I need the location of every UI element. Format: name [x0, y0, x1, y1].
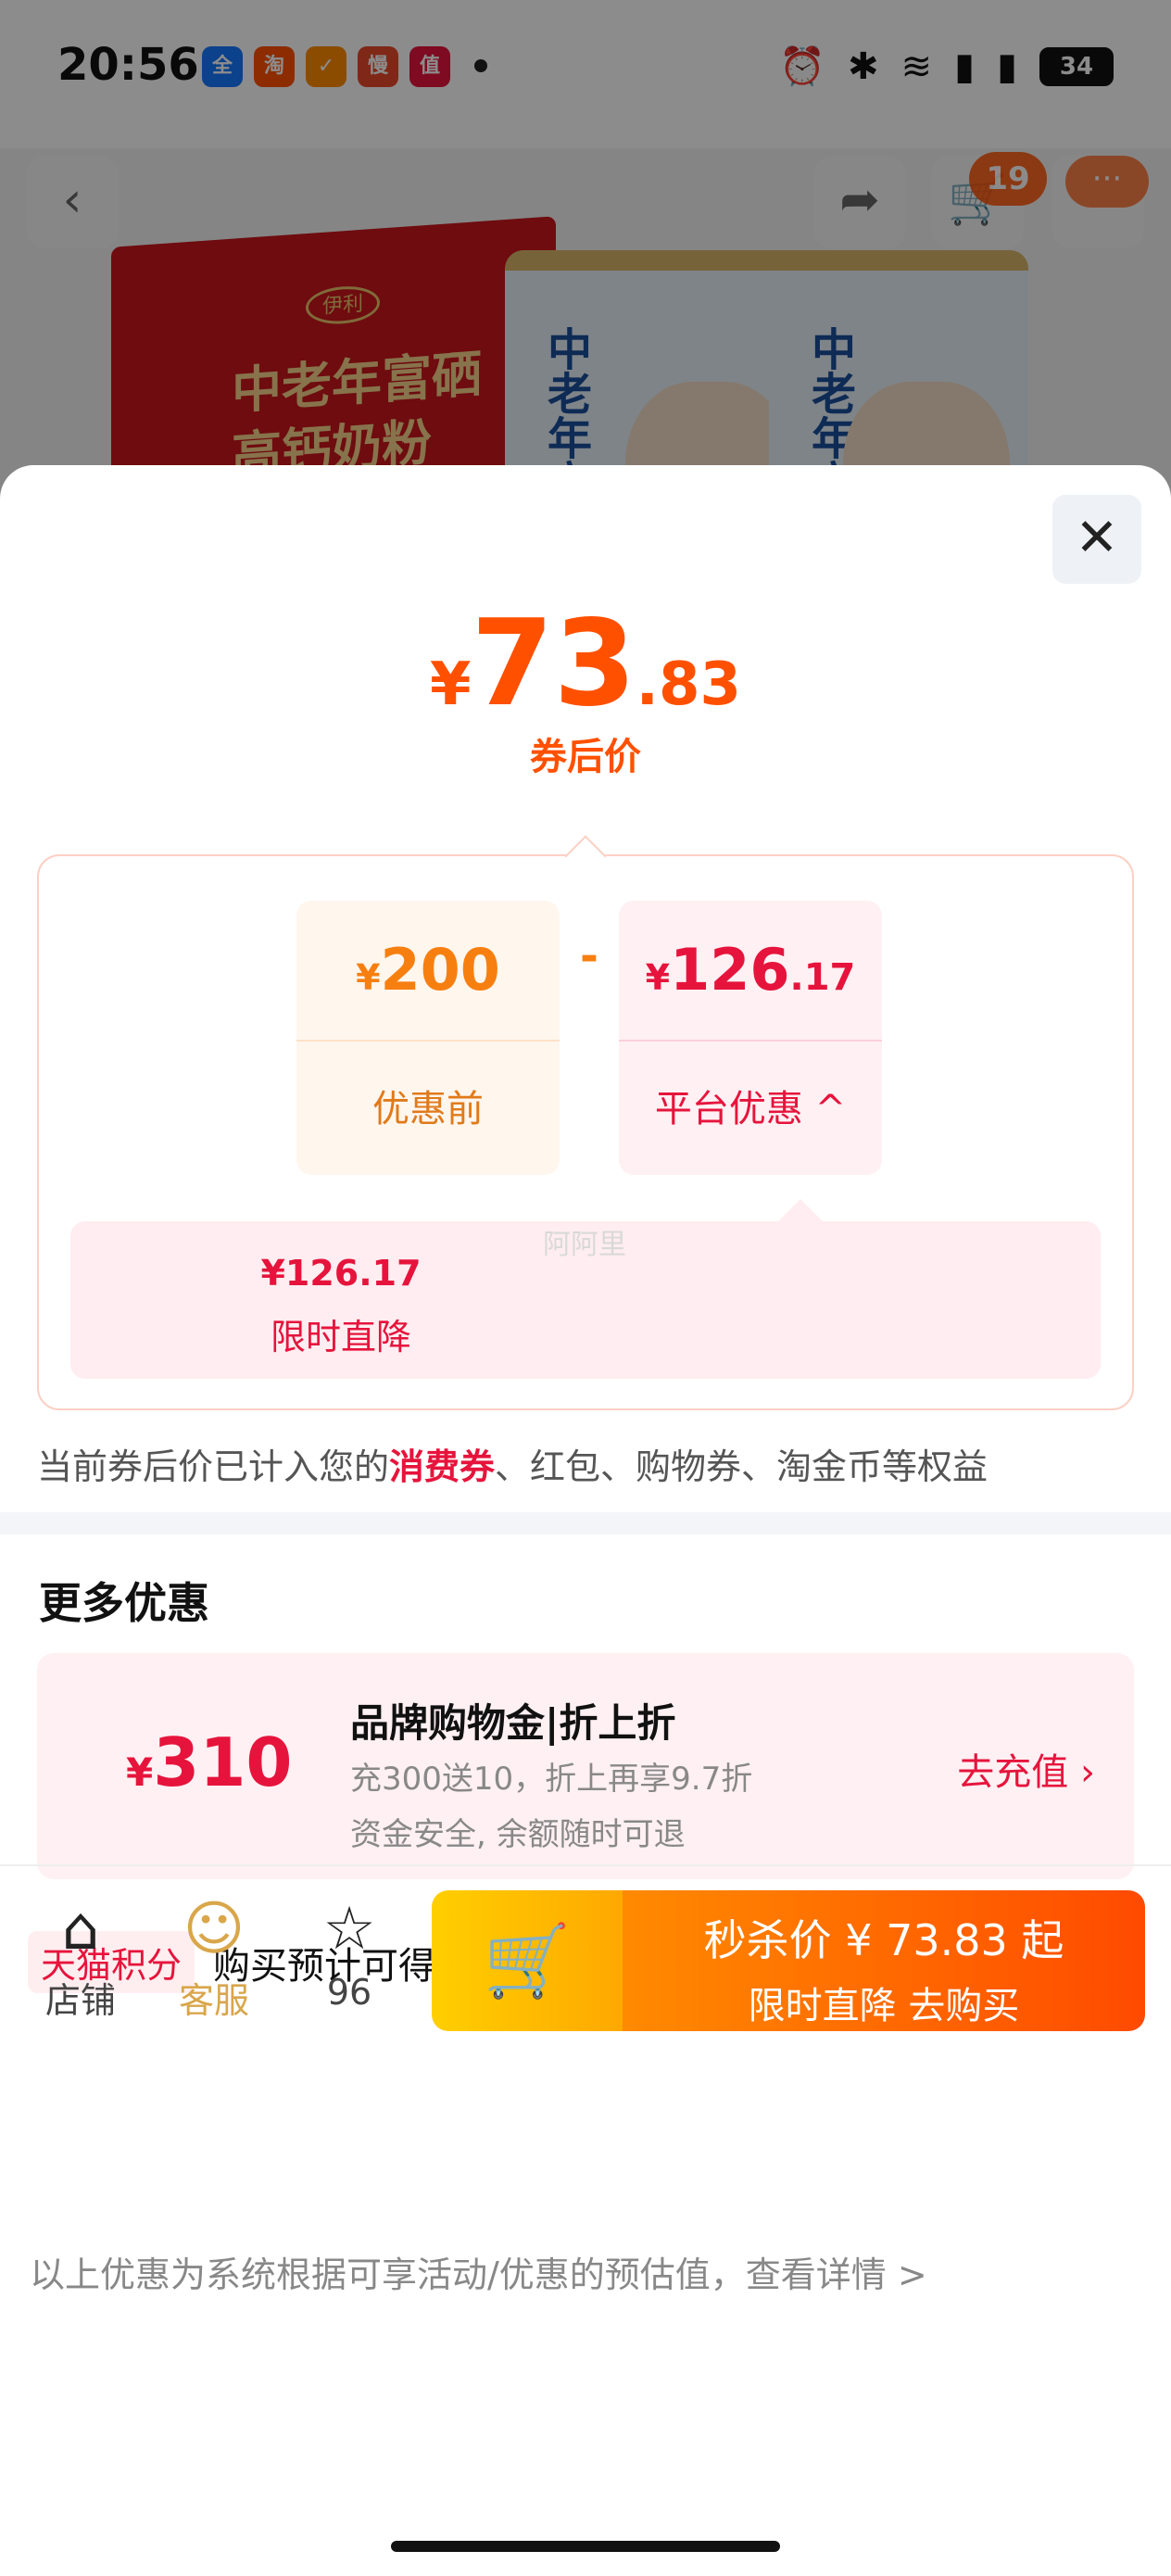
panel-notch: [778, 1199, 823, 1221]
discount-detail-panel: 阿阿里 ¥126.17 限时直降: [70, 1199, 1101, 1379]
section-divider: [0, 1512, 1171, 1534]
detail-amount: ¥126.17: [260, 1253, 422, 1294]
star-icon: ☆: [322, 1895, 376, 1964]
customer-service-button[interactable]: ☺ 客服: [163, 1892, 265, 2023]
currency-symbol: ¥: [356, 957, 381, 998]
original-price-card: ¥200 优惠前: [296, 901, 560, 1175]
promo-title: 品牌购物金|折上折: [350, 1700, 676, 1746]
home-indicator[interactable]: [391, 2541, 780, 2552]
price-label: 券后价: [530, 736, 641, 778]
details-link[interactable]: 以上优惠为系统根据可享活动/优惠的预估值，查看详情 >: [30, 2246, 927, 2297]
buy-now-button[interactable]: 秒杀价 ¥ 73.83 起 限时直降 去购买: [623, 1890, 1145, 2031]
price-decimal: .83: [636, 650, 742, 719]
promo-value: 310: [153, 1724, 293, 1801]
favorite-button[interactable]: ☆ 96: [298, 1892, 400, 2013]
currency-symbol: ¥: [645, 957, 671, 998]
promo-line2: 资金安全, 余额随时可退: [350, 1816, 686, 1853]
price-breakdown-sheet: ✕ ¥73.83 券后价 ¥200 优惠前 - ¥126.17 平台优惠 ^ 阿…: [0, 465, 1171, 2576]
coupon-notice: 当前券后价已计入您的消费券、红包、购物券、淘金币等权益: [37, 1438, 988, 1489]
add-to-cart-button[interactable]: 🛒: [432, 1890, 623, 2031]
box-notch: [564, 835, 607, 878]
buy-button-group: 🛒 秒杀价 ¥ 73.83 起 限时直降 去购买: [432, 1890, 1145, 2031]
price-integer: 73: [471, 595, 636, 733]
cart-plus-icon: 🛒: [483, 1919, 572, 2001]
price-calculation-box: ¥200 优惠前 - ¥126.17 平台优惠 ^ 阿阿里 ¥126.17 限时…: [37, 835, 1134, 1410]
favorite-count: 96: [326, 1972, 372, 2013]
promo-amount: ¥310: [126, 1724, 293, 1801]
discount-decimal: .17: [789, 956, 856, 999]
store-icon: ⌂: [61, 1895, 100, 1964]
price-currency: ¥: [429, 650, 472, 719]
original-price-label: 优惠前: [296, 1040, 560, 1175]
close-button[interactable]: ✕: [1052, 495, 1141, 584]
promo-currency: ¥: [126, 1749, 154, 1795]
bottom-bar-divider: [0, 1864, 1171, 1866]
shopping-gold-promo[interactable]: ¥310 品牌购物金|折上折 充300送10，折上再享9.7折 资金安全, 余额…: [37, 1653, 1134, 1879]
minus-sign: -: [580, 930, 598, 982]
customer-service-label: 客服: [178, 1980, 249, 2021]
original-price-value: 200: [380, 936, 500, 1004]
buy-action-text: 限时直降 去购买: [748, 1985, 1020, 2027]
chevron-up-icon: ^: [814, 1088, 847, 1130]
more-offers-title: 更多优惠: [39, 1578, 209, 1628]
platform-discount-card[interactable]: ¥126.17 平台优惠 ^: [619, 901, 882, 1175]
notice-prefix: 当前券后价已计入您的: [37, 1446, 390, 1487]
dim-overlay[interactable]: [0, 0, 1171, 519]
notice-suffix: 、红包、购物券、淘金币等权益: [495, 1446, 988, 1487]
customer-service-icon: ☺: [183, 1895, 246, 1964]
platform-discount-label: 平台优惠: [654, 1088, 803, 1130]
detail-label: 限时直降: [270, 1317, 411, 1357]
promo-line1: 充300送10，折上再享9.7折: [350, 1761, 753, 1798]
store-button[interactable]: ⌂ 店铺: [30, 1892, 132, 2023]
notice-highlight: 消费券: [389, 1446, 496, 1487]
store-label: 店铺: [44, 1980, 116, 2021]
discount-integer: 126: [670, 936, 790, 1004]
final-price: ¥73.83: [0, 595, 1171, 733]
buy-price-text: 秒杀价 ¥ 73.83 起: [703, 1915, 1064, 1965]
recharge-link[interactable]: 去充值 ›: [957, 1742, 1095, 1796]
